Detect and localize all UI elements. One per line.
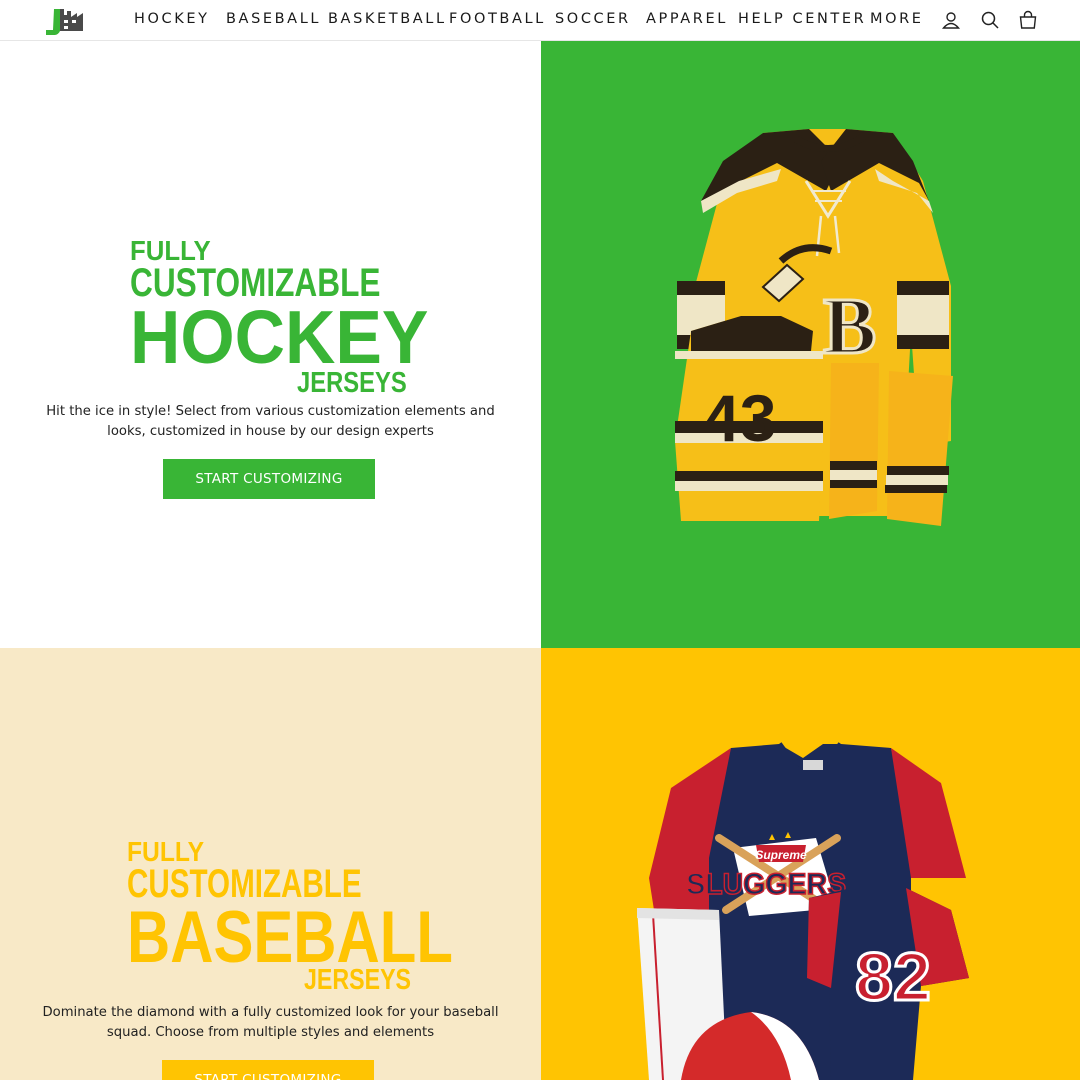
hockey-headline-hockey: HOCKEY bbox=[130, 295, 429, 379]
svg-text:B: B bbox=[823, 283, 876, 371]
baseball-jersey-image: Supreme SLUGGERS 82 bbox=[637, 742, 969, 1080]
hockey-jersey-image-panel: B 43 bbox=[541, 41, 1080, 648]
svg-text:82: 82 bbox=[855, 939, 931, 1015]
hockey-description-line2: looks, customized in house by our design… bbox=[107, 424, 434, 439]
nav-soccer[interactable]: SOCCER bbox=[555, 11, 631, 27]
nav-more[interactable]: MORE bbox=[870, 11, 924, 27]
baseball-promo-panel: FULLY CUSTOMIZABLE BASEBALL JERSEYS Domi… bbox=[0, 648, 541, 1080]
nav-hockey[interactable]: HOCKEY bbox=[134, 11, 210, 27]
baseball-jersey-back: 82 bbox=[807, 888, 969, 1080]
cart-icon[interactable] bbox=[1018, 10, 1038, 30]
baseball-description-line2: squad. Choose from multiple styles and e… bbox=[106, 1025, 435, 1040]
hockey-jersey-image: B 43 bbox=[675, 129, 953, 526]
nav-baseball[interactable]: BASEBALL bbox=[226, 11, 321, 27]
nav-apparel[interactable]: APPAREL bbox=[646, 11, 728, 27]
user-icon[interactable] bbox=[941, 10, 961, 30]
hockey-jersey-back: 43 bbox=[675, 316, 823, 521]
nav-basketball[interactable]: BASKETBALL bbox=[328, 11, 447, 27]
hockey-socks bbox=[829, 363, 953, 526]
search-icon[interactable] bbox=[980, 10, 1000, 30]
svg-text:43: 43 bbox=[703, 381, 776, 455]
hockey-start-customizing-button[interactable]: START CUSTOMIZING bbox=[163, 459, 375, 499]
hockey-headline-jerseys: JERSEYS bbox=[297, 367, 407, 399]
hockey-description-line1: Hit the ice in style! Select from variou… bbox=[46, 404, 495, 419]
baseball-start-customizing-button[interactable]: START CUSTOMIZING bbox=[162, 1060, 374, 1080]
nav-football[interactable]: FOOTBALL bbox=[449, 11, 546, 27]
baseball-headline-jerseys: JERSEYS bbox=[304, 964, 412, 996]
baseball-jersey-image-panel: Supreme SLUGGERS 82 bbox=[541, 648, 1080, 1080]
svg-text:Supreme: Supreme bbox=[755, 848, 807, 862]
hockey-promo-panel: FULLY CUSTOMIZABLE HOCKEY JERSEYS Hit th… bbox=[0, 41, 541, 648]
baseball-description-line1: Dominate the diamond with a fully custom… bbox=[42, 1005, 499, 1020]
nav-help-center[interactable]: HELP CENTER bbox=[738, 11, 866, 27]
factory-logo-icon[interactable] bbox=[44, 5, 86, 35]
site-header: HOCKEY BASEBALL BASKETBALL FOOTBALL SOCC… bbox=[0, 0, 1080, 41]
